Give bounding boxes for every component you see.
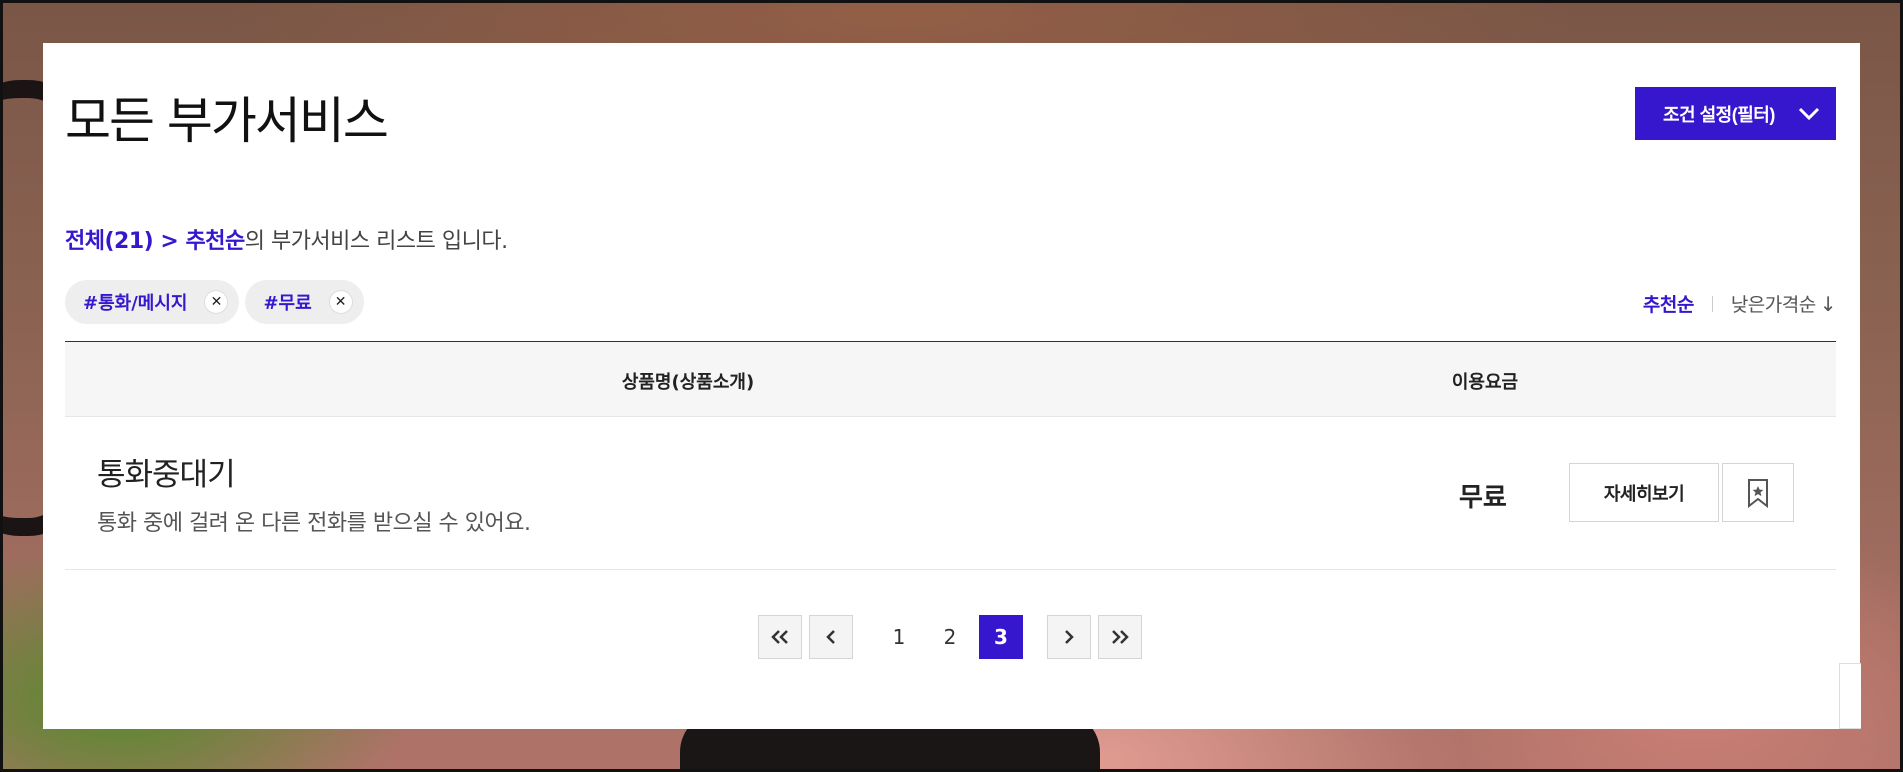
summary-sort: 추천순 <box>185 229 245 254</box>
column-header-name: 상품명(상품소개) <box>621 372 755 393</box>
arrow-down-icon: ↓ <box>1819 291 1837 316</box>
addon-service-panel: 모든 부가서비스 조건 설정(필터) 전체(21) > 추천순의 부가서비스 리… <box>43 43 1861 729</box>
last-page-button[interactable] <box>1098 615 1142 659</box>
summary-separator: > <box>153 229 186 254</box>
view-details-button[interactable]: 자세히보기 <box>1569 463 1719 522</box>
sort-recommended[interactable]: 추천순 <box>1643 290 1694 317</box>
filter-tag-label: #통화/메시지 <box>83 293 188 314</box>
service-table: 상품명(상품소개) 이용요금 통화중대기 통화 중에 걸려 온 다른 전화를 받… <box>65 341 1836 570</box>
chevron-down-icon <box>1798 107 1820 120</box>
summary-suffix: 의 부가서비스 리스트 입니다. <box>244 229 508 254</box>
bookmark-button[interactable] <box>1722 463 1794 522</box>
page-3-button[interactable]: 3 <box>979 615 1023 659</box>
chevron-left-icon <box>826 630 835 644</box>
service-description: 통화 중에 걸려 온 다른 전화를 받으실 수 있어요. <box>97 511 531 536</box>
filter-tag-call-message: #통화/메시지 ✕ <box>65 280 240 324</box>
filter-tag-free: #무료 ✕ <box>245 280 364 324</box>
page-title: 모든 부가서비스 <box>65 92 389 150</box>
page-1-button[interactable]: 1 <box>877 615 921 659</box>
sort-low-price[interactable]: 낮은가격순 <box>1731 290 1816 317</box>
bookmark-star-icon <box>1748 478 1768 508</box>
next-page-button[interactable] <box>1047 615 1091 659</box>
remove-tag-icon[interactable]: ✕ <box>205 291 228 313</box>
page-2-button[interactable]: 2 <box>928 615 972 659</box>
filter-settings-label: 조건 설정(필터) <box>1663 104 1775 125</box>
active-filter-tags: #통화/메시지 ✕ #무료 ✕ <box>65 280 364 324</box>
filter-tag-label: #무료 <box>263 293 312 314</box>
first-page-button[interactable] <box>758 615 802 659</box>
scroll-top-tab[interactable] <box>1839 663 1861 729</box>
table-header: 상품명(상품소개) 이용요금 <box>65 342 1836 417</box>
chevron-right-icon <box>1065 630 1074 644</box>
pagination: 1 2 3 <box>758 615 1142 659</box>
sort-divider <box>1711 295 1713 312</box>
list-summary: 전체(21) > 추천순의 부가서비스 리스트 입니다. <box>65 223 508 255</box>
summary-category: 전체(21) <box>65 229 154 254</box>
sort-options: 추천순 낮은가격순 ↓ <box>1643 290 1837 317</box>
double-chevron-right-icon <box>1112 630 1129 644</box>
table-row: 통화중대기 통화 중에 걸려 온 다른 전화를 받으실 수 있어요. 무료 자세… <box>65 417 1836 570</box>
prev-page-button[interactable] <box>809 615 853 659</box>
double-chevron-left-icon <box>771 630 788 644</box>
column-header-price: 이용요금 <box>1451 372 1519 393</box>
filter-settings-button[interactable]: 조건 설정(필터) <box>1635 87 1836 140</box>
service-title: 통화중대기 <box>97 457 236 493</box>
service-price: 무료 <box>1459 483 1507 513</box>
remove-tag-icon[interactable]: ✕ <box>329 291 352 313</box>
